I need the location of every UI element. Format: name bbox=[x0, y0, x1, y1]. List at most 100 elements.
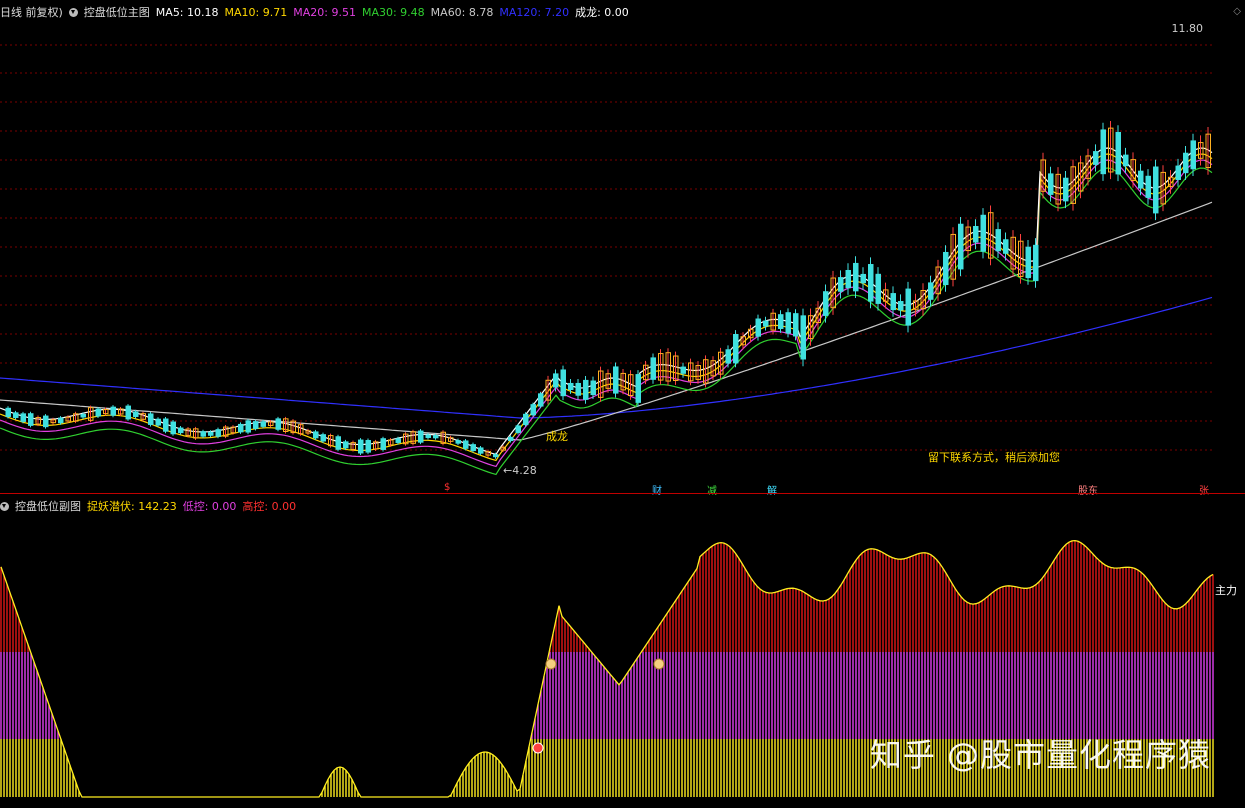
candle-body bbox=[553, 373, 559, 388]
candle-body bbox=[613, 366, 619, 394]
candle-body bbox=[125, 405, 131, 420]
candle-body bbox=[95, 408, 101, 417]
price-low-label: ←4.28 bbox=[503, 464, 537, 477]
candle-body bbox=[380, 438, 386, 450]
gaokong-value: 高控: 0.00 bbox=[242, 500, 297, 513]
candle-body bbox=[523, 413, 529, 426]
candle-body bbox=[928, 282, 934, 300]
candle-body bbox=[110, 406, 116, 416]
candle-body bbox=[905, 288, 911, 326]
candle-body bbox=[1048, 173, 1054, 195]
diamond-icon[interactable]: ◇ bbox=[1233, 6, 1241, 17]
candle-body bbox=[1190, 140, 1196, 170]
candle-body bbox=[560, 369, 566, 397]
candle-body bbox=[478, 447, 484, 454]
candle-body bbox=[583, 379, 589, 400]
contact-note: 留下联系方式，稍后添加您 bbox=[928, 451, 1060, 464]
marker-dollar[interactable]: $ bbox=[444, 482, 450, 493]
candle-body bbox=[1093, 151, 1099, 165]
candle-body bbox=[58, 417, 64, 424]
candle-body bbox=[1175, 165, 1181, 180]
candle-body bbox=[680, 366, 686, 374]
watermark: 知乎 @股市量化程序猿 bbox=[869, 736, 1211, 774]
candle-body bbox=[260, 421, 266, 427]
candle-body bbox=[1183, 152, 1189, 174]
ma120-line bbox=[0, 296, 1213, 419]
candle-body bbox=[943, 251, 949, 286]
candle-body bbox=[275, 418, 281, 430]
main-indicator-name[interactable]: 控盘低位主图 bbox=[84, 4, 150, 20]
candle-body bbox=[178, 427, 184, 434]
money-bag-icon bbox=[653, 658, 665, 670]
candle-body bbox=[463, 440, 469, 449]
candle-body bbox=[200, 431, 206, 437]
candle-body bbox=[163, 418, 169, 432]
candle-body bbox=[1115, 131, 1121, 175]
candle-body bbox=[725, 349, 731, 364]
candle-body bbox=[838, 277, 844, 292]
indicator-menu-icon[interactable] bbox=[68, 7, 78, 17]
ma120-value: MA120: 7.20 bbox=[499, 5, 570, 19]
main-chart-panel[interactable]: 日线 前复权) 控盘低位主图 MA5: 10.18 MA10: 9.71 MA2… bbox=[0, 0, 1245, 497]
candle-body bbox=[455, 440, 461, 444]
candle-body bbox=[635, 374, 641, 403]
candle-body bbox=[973, 226, 979, 243]
ma20-value: MA20: 9.51 bbox=[293, 5, 356, 19]
chenglong-value: 成龙: 0.00 bbox=[575, 6, 629, 19]
money-bag-icon bbox=[545, 658, 557, 670]
candle-body bbox=[470, 444, 476, 452]
candle-body bbox=[650, 357, 656, 380]
candle-body bbox=[365, 439, 371, 453]
candle-body bbox=[433, 435, 439, 439]
candle-body bbox=[5, 407, 11, 417]
candle-body bbox=[238, 423, 244, 433]
candle-body bbox=[823, 291, 829, 316]
candle-body bbox=[590, 380, 596, 396]
candle-body bbox=[890, 293, 896, 311]
ma5-line bbox=[0, 147, 1213, 456]
candle-body bbox=[395, 438, 401, 443]
candle-body bbox=[493, 454, 499, 458]
candle-body bbox=[755, 318, 761, 337]
zhuli-label: 主力 bbox=[1215, 584, 1237, 597]
ma60-value: MA60: 8.78 bbox=[430, 5, 494, 19]
dikong-value: 低控: 0.00 bbox=[182, 500, 237, 513]
candle-body bbox=[215, 429, 221, 437]
candle-body bbox=[1145, 175, 1151, 198]
candle-body bbox=[1123, 154, 1129, 167]
candle-body bbox=[575, 382, 581, 396]
sub-indicator-name[interactable]: 控盘低位副图 bbox=[15, 498, 81, 514]
candle-body bbox=[898, 301, 904, 311]
candle-body bbox=[733, 334, 739, 364]
candle-body bbox=[995, 229, 1001, 252]
candle-body bbox=[28, 413, 34, 426]
candle-body bbox=[980, 214, 986, 252]
candle-body bbox=[1138, 170, 1144, 189]
buy-signal-icon bbox=[532, 742, 544, 754]
candlestick-chart[interactable] bbox=[0, 0, 1245, 493]
candle-body bbox=[1025, 246, 1031, 279]
candle-body bbox=[860, 273, 866, 284]
candle-body bbox=[1033, 244, 1039, 282]
candle-body bbox=[148, 413, 154, 425]
sub-indicator-menu-icon[interactable] bbox=[0, 501, 9, 511]
candle-body bbox=[1100, 129, 1106, 175]
ma5-value: MA5: 10.18 bbox=[155, 5, 219, 19]
candle-body bbox=[793, 313, 799, 337]
ma60-line bbox=[0, 201, 1213, 441]
candle-body bbox=[13, 412, 19, 419]
candle-body bbox=[20, 413, 26, 422]
candle-body bbox=[208, 431, 214, 436]
main-chart-header: 日线 前复权) 控盘低位主图 MA5: 10.18 MA10: 9.71 MA2… bbox=[0, 4, 629, 20]
candle-body bbox=[320, 434, 326, 442]
candle-body bbox=[800, 315, 806, 360]
candle-body bbox=[853, 262, 859, 292]
candle-body bbox=[568, 382, 574, 391]
ma30-value: MA30: 9.48 bbox=[361, 5, 425, 19]
sub-chart-header: 控盘低位副图 捉妖潜伏: 142.23 低控: 0.00 高控: 0.00 bbox=[0, 498, 296, 514]
candle-body bbox=[763, 320, 769, 327]
candle-body bbox=[43, 415, 49, 428]
candle-body bbox=[313, 431, 319, 439]
candle-body bbox=[1153, 166, 1159, 214]
zhuoyao-value: 捉妖潜伏: 142.23 bbox=[87, 500, 177, 513]
